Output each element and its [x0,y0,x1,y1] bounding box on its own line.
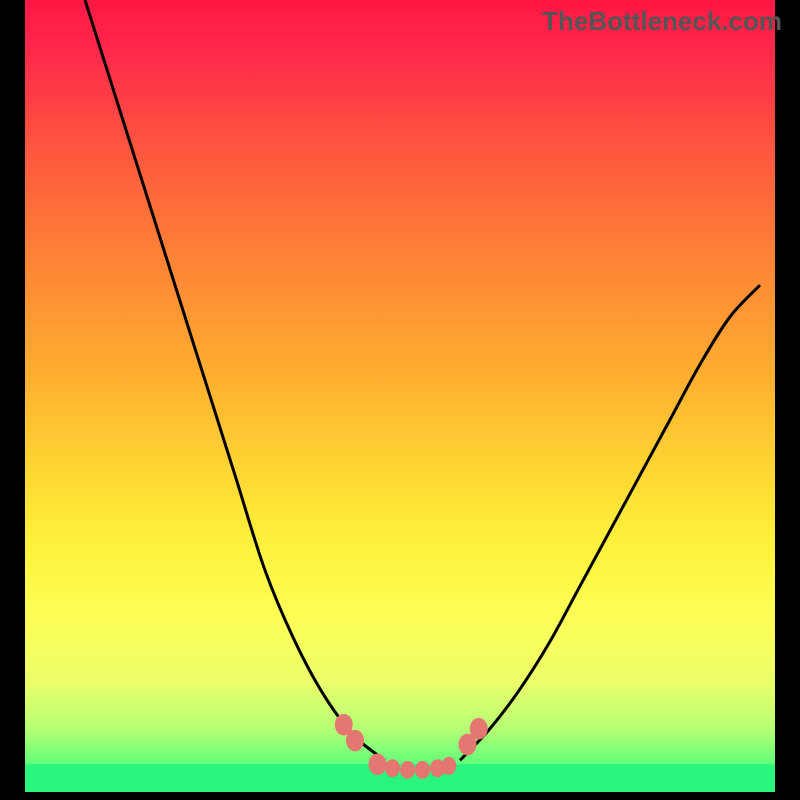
gradient-background [25,0,775,792]
bottleneck-chart-container: TheBottleneck.com [0,0,800,800]
data-marker [369,753,387,775]
data-marker [415,761,430,779]
data-marker [400,761,415,779]
data-marker [346,730,364,752]
data-marker [441,757,456,775]
bottleneck-curve-chart [0,0,800,800]
optimum-band [25,764,775,792]
data-marker [470,718,488,740]
data-marker [385,759,400,777]
watermark-label: TheBottleneck.com [542,6,782,37]
